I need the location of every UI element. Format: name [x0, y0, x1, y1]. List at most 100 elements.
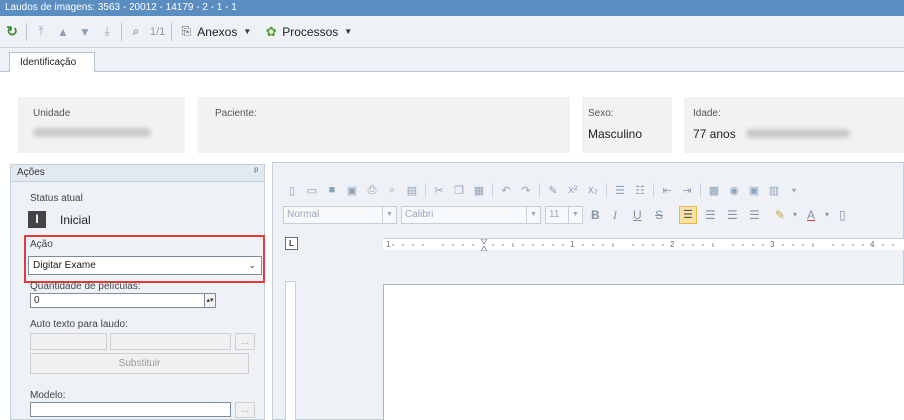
acoes-panel-header: Ações ᵖ: [11, 165, 264, 182]
search-icon[interactable]: ⌕: [128, 24, 144, 40]
column-divider: [570, 97, 582, 153]
insert-link-icon[interactable]: ◉: [727, 183, 741, 197]
style-combo[interactable]: Normal ▼: [283, 206, 397, 224]
print-preview-icon[interactable]: ⌕: [385, 183, 399, 197]
align-left-icon[interactable]: ☰: [679, 206, 697, 224]
svg-text:1: 1: [386, 240, 391, 249]
ribbon-separator: [606, 183, 607, 197]
acoes-panel: Ações ᵖ Status atual I Inicial Ação Digi…: [10, 164, 265, 420]
tab-identificacao[interactable]: Identificação: [9, 52, 96, 73]
style-combo-value: Normal: [287, 209, 320, 220]
italic-icon[interactable]: I: [613, 206, 617, 224]
next-record-icon[interactable]: ▼: [77, 24, 93, 40]
identificacao-content: Unidade Paciente: Sexo: Masculino Idade:…: [0, 72, 904, 420]
paste-icon[interactable]: ▦: [472, 183, 486, 197]
first-record-icon[interactable]: ⤒: [33, 24, 49, 40]
font-size-value: 11: [549, 209, 560, 220]
auto-texto-label: Auto texto para laudo:: [30, 319, 128, 330]
align-right-icon[interactable]: ☰: [727, 206, 738, 224]
editor-ribbon-row-2: Normal ▼ Calibri ▼ 11 ▼ B I U S ☰ ☰ ☰ ☰ …: [283, 206, 904, 226]
font-combo-value: Calibri: [405, 209, 434, 220]
superscript-icon[interactable]: x²: [566, 183, 580, 197]
increase-indent-icon[interactable]: ⇥: [680, 183, 694, 197]
subscript-icon[interactable]: x₂: [586, 183, 600, 197]
save-icon[interactable]: ■: [325, 183, 339, 197]
idade-extra-redacted: [746, 129, 850, 138]
column-divider: [672, 97, 684, 153]
bullet-list-icon[interactable]: ☰: [613, 183, 627, 197]
insert-table-icon[interactable]: ▥: [767, 183, 781, 197]
chevron-down-icon[interactable]: ▾: [793, 206, 797, 224]
idade-value: 77 anos: [693, 127, 736, 141]
document-page[interactable]: [383, 284, 904, 420]
spinner-arrows-icon[interactable]: ▴▾: [204, 294, 215, 307]
modelo-lookup-button[interactable]: ...: [235, 402, 255, 418]
acao-label: Ação: [30, 239, 53, 250]
status-icon: I: [28, 211, 46, 228]
svg-text:2: 2: [670, 240, 675, 249]
svg-text:1: 1: [570, 240, 575, 249]
paragraph-icon[interactable]: ▯: [839, 206, 846, 224]
auto-texto-description-field[interactable]: [110, 333, 231, 350]
vertical-ruler[interactable]: [285, 281, 296, 420]
previous-record-icon[interactable]: ▲: [55, 24, 71, 40]
ruler-ticks: 1 1 2 3 4: [386, 238, 894, 252]
justify-icon[interactable]: ☰: [749, 206, 760, 224]
font-color-icon[interactable]: A: [807, 206, 815, 224]
open-folder-icon[interactable]: ▭: [305, 183, 319, 197]
acao-select[interactable]: Digitar Exame ⌄: [28, 256, 262, 275]
copy-icon[interactable]: ❐: [452, 183, 466, 197]
last-record-icon[interactable]: ⤓: [99, 24, 115, 40]
bold-icon[interactable]: B: [591, 206, 600, 224]
status-label: Status atual: [30, 193, 83, 204]
cut-icon[interactable]: ✂: [432, 183, 446, 197]
rich-text-editor: ▯ ▭ ■ ▣ ⎙ ⌕ ▤ ✂ ❐ ▦ ↶ ↷ ✎ x² x₂ ☰ ☷ ⇤ ⇥ …: [272, 162, 904, 420]
quantidade-spinner[interactable]: 0 ▴▾: [30, 293, 216, 308]
processos-menu[interactable]: ✿ Processos ▼: [263, 24, 352, 40]
format-painter-icon[interactable]: ✎: [546, 183, 560, 197]
redo-icon[interactable]: ↷: [519, 183, 533, 197]
strikethrough-icon[interactable]: S: [655, 206, 663, 224]
font-combo[interactable]: Calibri ▼: [401, 206, 541, 224]
font-size-combo[interactable]: 11 ▼: [545, 206, 583, 224]
chevron-down-icon[interactable]: ▾: [825, 206, 829, 224]
acoes-panel-title: Ações: [17, 167, 45, 178]
auto-texto-lookup-button[interactable]: ...: [235, 333, 255, 350]
idade-label: Idade:: [693, 108, 721, 119]
undo-icon[interactable]: ↶: [499, 183, 513, 197]
align-center-icon[interactable]: ☰: [705, 206, 716, 224]
numbered-list-icon[interactable]: ☷: [633, 183, 647, 197]
chevron-down-icon[interactable]: ▾: [787, 183, 801, 197]
underline-icon[interactable]: U: [633, 206, 642, 224]
chevron-down-icon: ⌄: [248, 260, 256, 270]
sexo-value: Masculino: [588, 127, 643, 141]
save-all-icon[interactable]: ▣: [345, 183, 359, 197]
auto-texto-code-field[interactable]: [30, 333, 107, 350]
window-title: Laudos de imagens: 3563 - 20012 - 14179 …: [0, 0, 904, 16]
highlight-color-icon[interactable]: ✎: [775, 206, 785, 224]
toolbar-separator: [121, 22, 122, 41]
quantidade-value: 0: [34, 295, 40, 306]
anexos-menu[interactable]: ⎘ Anexos ▼: [178, 24, 251, 40]
processos-label: Processos: [282, 24, 339, 39]
ribbon-separator: [492, 183, 493, 197]
insert-picture-icon[interactable]: ▣: [747, 183, 761, 197]
refresh-icon[interactable]: ↻: [4, 23, 20, 40]
page-setup-icon[interactable]: ▤: [405, 183, 419, 197]
decrease-indent-icon[interactable]: ⇤: [660, 183, 674, 197]
column-divider: [185, 97, 197, 153]
pin-icon[interactable]: ᵖ: [254, 166, 258, 177]
paperclip-icon: ⎘: [181, 24, 192, 38]
new-document-icon[interactable]: ▯: [285, 183, 299, 197]
quantidade-label: Quantidade de películas:: [30, 281, 141, 292]
svg-text:3: 3: [770, 240, 775, 249]
substituir-button[interactable]: Substituir: [30, 353, 249, 374]
horizontal-ruler[interactable]: 1 1 2 3 4: [383, 238, 904, 252]
print-icon[interactable]: ⎙: [365, 183, 379, 197]
editor-ribbon-row-1: ▯ ▭ ■ ▣ ⎙ ⌕ ▤ ✂ ❐ ▦ ↶ ↷ ✎ x² x₂ ☰ ☷ ⇤ ⇥ …: [285, 183, 801, 197]
tab-stop-selector[interactable]: L: [285, 237, 298, 250]
chevron-down-icon: ▼: [568, 207, 582, 223]
modelo-field[interactable]: [30, 402, 231, 417]
insert-image-icon[interactable]: ▩: [707, 183, 721, 197]
svg-text:4: 4: [870, 240, 875, 249]
